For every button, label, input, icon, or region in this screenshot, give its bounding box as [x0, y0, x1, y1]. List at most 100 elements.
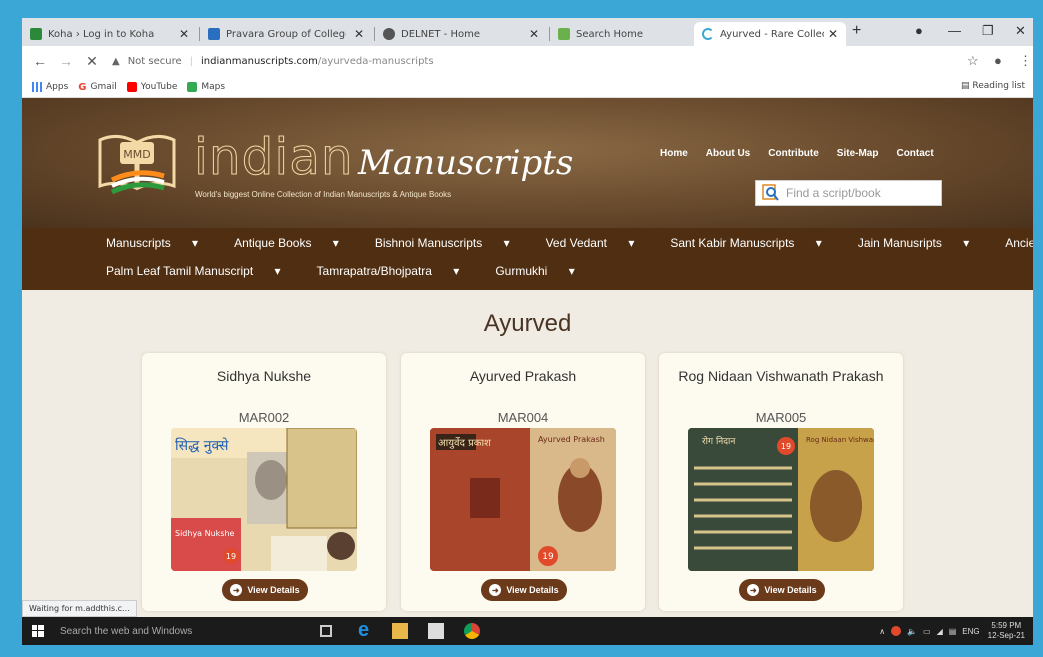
close-window-icon[interactable]: ✕	[1015, 23, 1026, 39]
search-placeholder: Find a script/book	[786, 186, 881, 200]
chevron-down-icon: ▾	[815, 236, 822, 250]
view-details-button[interactable]: ➜ View Details	[739, 579, 825, 601]
close-icon[interactable]: ✕	[529, 27, 539, 41]
cover-devanagari-text: आयुर्वेद प्रकाश	[438, 437, 491, 449]
browser-status-text: Waiting for m.addthis.c...	[22, 600, 137, 617]
maps-icon	[187, 81, 198, 92]
url-domain: indianmanuscripts.com	[201, 55, 318, 67]
nav-contribute[interactable]: Contribute	[768, 148, 819, 159]
tab-pravara[interactable]: Pravara Group of Colleges ca ✕	[200, 22, 372, 46]
cover-badge-text: 19	[781, 442, 791, 451]
forward-arrow-icon[interactable]: →	[58, 53, 74, 69]
card-title[interactable]: Sidhya Nukshe	[142, 368, 386, 384]
notification-icon[interactable]	[891, 626, 902, 636]
menu-manuscripts[interactable]: Manuscripts ▾	[106, 236, 216, 250]
cover-badge-text: 19	[542, 552, 554, 562]
profile-icon[interactable]: ●	[994, 53, 1002, 68]
menu-dots-icon[interactable]: ⋮	[1019, 53, 1032, 69]
menu-ancient-documents[interactable]: Ancient Documents ▾	[1005, 236, 1033, 250]
menu-sant-kabir[interactable]: Sant Kabir Manuscripts ▾	[670, 236, 839, 250]
message-icon[interactable]: ▤	[949, 627, 957, 636]
tab-ayurved[interactable]: Ayurved - Rare Collection of ✕	[694, 22, 846, 46]
cover-image[interactable]: सिद्ध नुक्से Sidhya Nukshe 19	[171, 428, 357, 571]
nav-contact[interactable]: Contact	[896, 148, 933, 159]
content-area: Ayurved Sidhya Nukshe MAR002 सिद्ध नुक्स…	[22, 290, 1033, 617]
brand-word-manuscripts: Manuscripts	[358, 143, 574, 183]
bookmark-apps[interactable]: Apps	[32, 81, 68, 92]
language-indicator[interactable]: ENG	[962, 627, 979, 636]
menu-antique-books[interactable]: Antique Books ▾	[234, 236, 357, 250]
main-menu: Manuscripts ▾ Antique Books ▾ Bishnoi Ma…	[22, 228, 1033, 290]
task-view-icon[interactable]	[320, 625, 332, 637]
site-tagline: World's biggest Online Collection of Ind…	[195, 190, 452, 199]
cover-image[interactable]: आयुर्वेद प्रकाश Ayurved Prakash 19	[430, 428, 616, 571]
menu-tamrapatra[interactable]: Tamrapatra/Bhojpatra ▾	[317, 264, 478, 278]
chrome-icon[interactable]	[464, 623, 480, 639]
site-brand[interactable]: indian Manuscripts	[194, 128, 574, 187]
minimize-icon[interactable]: —	[948, 23, 961, 38]
nav-site-map[interactable]: Site-Map	[837, 148, 879, 159]
bookmark-gmail[interactable]: G Gmail	[78, 82, 116, 93]
menu-ved-vedant[interactable]: Ved Vedant ▾	[546, 236, 653, 250]
system-tray: ∧ 🔈 ▭ ◢ ▤ ENG 5:59 PM 12-Sep-21	[879, 621, 1025, 641]
site-search-input[interactable]: Find a script/book	[755, 180, 942, 206]
network-icon[interactable]: ◢	[937, 627, 943, 636]
close-icon[interactable]: ✕	[179, 27, 189, 41]
clock[interactable]: 5:59 PM 12-Sep-21	[988, 621, 1025, 641]
card-title[interactable]: Ayurved Prakash	[401, 368, 645, 384]
cover-image[interactable]: रोग निदान Rog Nidaan Vishwanath Prakash …	[688, 428, 874, 571]
bookmark-maps[interactable]: Maps	[187, 81, 225, 92]
close-icon[interactable]: ✕	[828, 27, 838, 41]
book-logo-icon[interactable]: MMD	[92, 130, 182, 200]
tab-delnet[interactable]: DELNET - Home ✕	[375, 22, 547, 46]
tab-koha[interactable]: Koha › Log in to Koha ✕	[22, 22, 197, 46]
reading-list-button[interactable]: ▤ Reading list	[961, 81, 1025, 91]
brand-word-indian: indian	[194, 128, 354, 187]
taskbar-search-box[interactable]: Search the web and Windows	[60, 626, 192, 637]
koha-icon	[30, 28, 42, 40]
menu-gurmukhi[interactable]: Gurmukhi ▾	[495, 264, 592, 278]
page-title: Ayurved	[483, 310, 572, 337]
star-icon[interactable]: ☆	[967, 53, 979, 69]
manuscript-card: Ayurved Prakash MAR004 आयुर्वेद प्रकाश A…	[401, 353, 645, 611]
url-field[interactable]: ▲ Not secure | indianmanuscripts.com /ay…	[112, 56, 434, 67]
view-details-button[interactable]: ➜ View Details	[481, 579, 567, 601]
arrow-right-icon: ➜	[230, 584, 243, 596]
volume-icon[interactable]: 🔈	[907, 627, 917, 636]
profile-dot-icon[interactable]: ●	[915, 23, 923, 38]
youtube-icon	[126, 81, 137, 92]
store-icon[interactable]	[428, 623, 444, 639]
menu-jain-manusripts[interactable]: Jain Manusripts ▾	[858, 236, 987, 250]
cover-caption-text: Ayurved Prakash	[538, 435, 605, 444]
chevron-down-icon: ▾	[332, 236, 339, 250]
search-icon[interactable]	[762, 184, 780, 202]
back-arrow-icon[interactable]: ←	[32, 53, 48, 69]
view-details-button[interactable]: ➜ View Details	[222, 579, 308, 601]
edge-icon[interactable]: e	[358, 619, 374, 641]
chevron-up-icon[interactable]: ∧	[879, 627, 885, 636]
chevron-down-icon: ▾	[628, 236, 635, 250]
address-bar: ← → ✕ ▲ Not secure | indianmanuscripts.c…	[22, 46, 1033, 76]
bookmark-youtube[interactable]: YouTube	[126, 81, 177, 92]
security-label[interactable]: Not secure	[128, 56, 182, 67]
chevron-down-icon: ▾	[568, 264, 575, 278]
restore-icon[interactable]: ❐	[982, 23, 994, 39]
battery-icon[interactable]: ▭	[923, 627, 931, 636]
url-path: /ayurveda-manuscripts	[317, 55, 434, 67]
windows-start-icon[interactable]	[32, 625, 44, 637]
stop-icon[interactable]: ✕	[84, 53, 100, 70]
chevron-down-icon: ▾	[274, 264, 281, 278]
warning-icon[interactable]: ▲	[112, 56, 120, 67]
close-icon[interactable]: ✕	[354, 27, 364, 41]
cover-devanagari-text: सिद्ध नुक्से	[175, 437, 229, 454]
card-code: MAR002	[238, 410, 290, 425]
menu-bishnoi-manuscripts[interactable]: Bishnoi Manuscripts ▾	[375, 236, 528, 250]
nav-home[interactable]: Home	[660, 148, 688, 159]
cover-caption-text: Rog Nidaan Vishwanath Prakash	[806, 436, 874, 444]
apps-grid-icon	[32, 81, 42, 92]
card-title[interactable]: Rog Nidaan Vishwanath Prakash	[659, 368, 903, 384]
menu-palm-leaf[interactable]: Palm Leaf Tamil Manuscript ▾	[106, 264, 299, 278]
file-explorer-icon[interactable]	[392, 623, 408, 639]
nav-about-us[interactable]: About Us	[706, 148, 750, 159]
new-tab-button[interactable]: +	[852, 22, 861, 40]
